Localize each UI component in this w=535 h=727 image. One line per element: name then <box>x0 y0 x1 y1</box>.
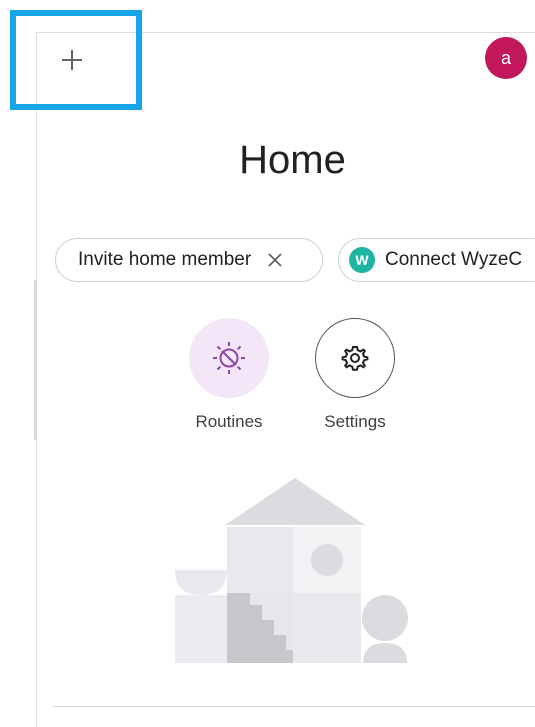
house-upper-left-block <box>227 527 293 593</box>
person-head <box>362 595 408 641</box>
wyze-logo-icon: W <box>349 247 375 273</box>
routines-label: Routines <box>195 412 263 431</box>
avatar-initial: a <box>500 47 511 68</box>
house-bowl-shape <box>175 570 227 595</box>
invite-home-member-chip[interactable]: Invite home member <box>55 238 323 282</box>
account-avatar[interactable]: a <box>485 37 527 79</box>
settings-label: Settings <box>324 412 386 431</box>
home-screen: a Home Invite home member W Connect Wyze… <box>0 0 535 727</box>
house-round-window <box>311 544 343 576</box>
connect-wyze-chip[interactable]: W Connect WyzeC <box>338 238 535 282</box>
settings-icon-circle <box>315 318 395 398</box>
bottom-divider <box>52 706 535 707</box>
person-body <box>363 643 407 663</box>
house-lower-right-block <box>293 593 361 663</box>
plus-icon <box>62 50 82 70</box>
invite-chip-label: Invite home member <box>78 249 252 270</box>
connect-chip-label: Connect WyzeC <box>385 249 523 270</box>
routines-button[interactable]: Routines <box>179 318 279 432</box>
house-roof <box>225 478 365 525</box>
close-icon[interactable] <box>267 252 283 268</box>
settings-button[interactable]: Settings <box>305 318 405 432</box>
gear-icon <box>341 346 369 371</box>
add-button[interactable] <box>52 40 92 80</box>
routines-icon <box>213 342 245 374</box>
house-lower-left-block <box>175 595 227 663</box>
page-title: Home <box>239 138 346 182</box>
routines-icon-circle <box>189 318 269 398</box>
side-panel-handle[interactable] <box>34 280 37 440</box>
empty-home-illustration <box>175 478 408 663</box>
